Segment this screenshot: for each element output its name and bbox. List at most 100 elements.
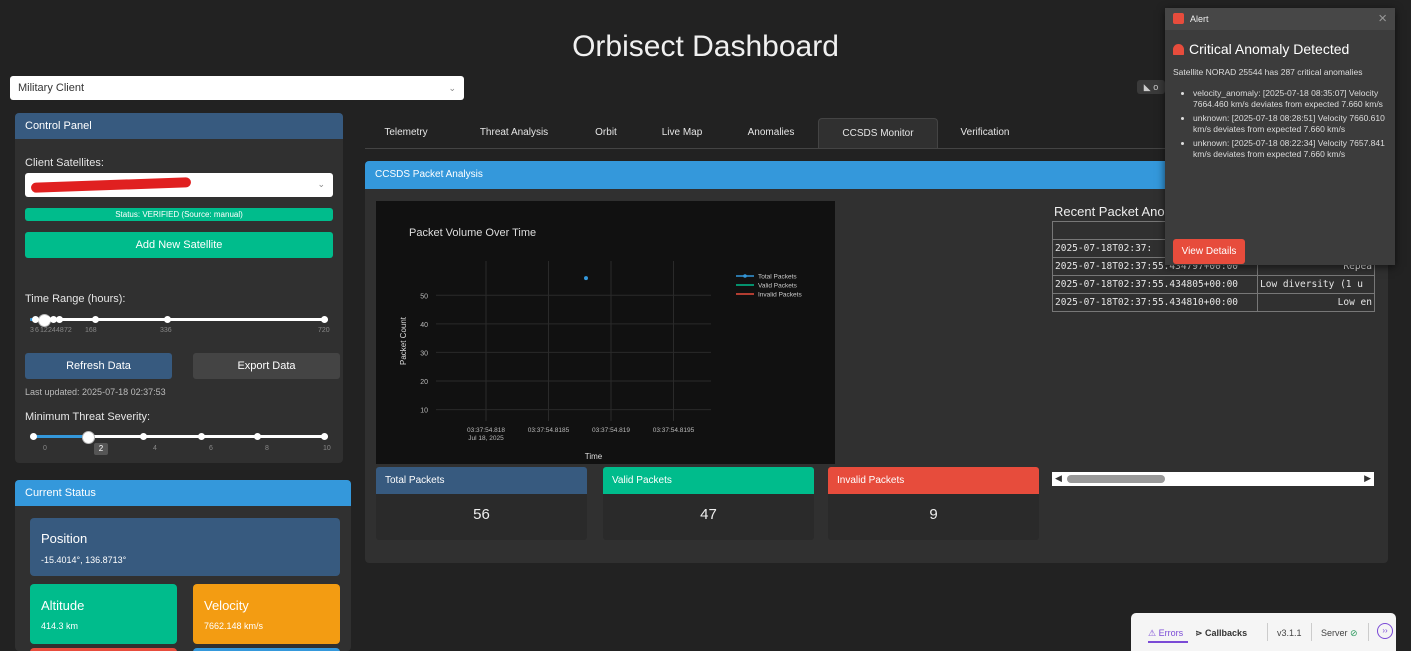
tab-threat-analysis[interactable]: Threat Analysis (464, 118, 564, 148)
severity-tick-label: 4 (153, 445, 157, 452)
x-tick-label: 03:37:54.818 (467, 427, 505, 434)
scrollbar-thumb[interactable] (1067, 475, 1165, 483)
expand-icon[interactable]: ›› (1377, 623, 1393, 639)
position-label: Position (41, 531, 88, 546)
y-tick-label: 40 (420, 322, 428, 329)
legend-marker (743, 274, 747, 278)
severity-tick-label: 0 (43, 445, 47, 452)
chart-svg: 10 20 30 40 50 03:37:54.818Jul 18, 2025 03:37:… (399, 261, 802, 461)
errors-tab[interactable]: ⚠ Errors (1148, 628, 1183, 639)
x-tick-label: 03:37:54.819 (592, 427, 630, 434)
server-status[interactable]: Server ⊘ (1321, 628, 1358, 639)
current-status-title: Current Status (15, 480, 351, 506)
add-satellite-button[interactable]: Add New Satellite (25, 232, 333, 258)
scroll-left-icon[interactable]: ◀ (1055, 473, 1062, 484)
table-scrollbar[interactable]: ◀ ▶ (1052, 472, 1374, 486)
server-label: Server (1321, 628, 1348, 638)
table-cell: 2025-07-18T02:37:55.434810+00:00 (1052, 293, 1258, 312)
divider (1368, 623, 1369, 641)
export-data-button[interactable]: Export Data (193, 353, 340, 379)
time-tick-label: 3 (30, 327, 34, 334)
x-axis-label: Time (585, 452, 603, 461)
invalid-packets-value: 9 (929, 506, 938, 523)
altitude-value: 414.3 km (41, 621, 79, 631)
tab-telemetry[interactable]: Telemetry (372, 118, 440, 148)
client-select[interactable]: Military Client ⌄ (10, 76, 464, 100)
velocity-card: Velocity 7662.148 km/s (193, 584, 340, 644)
redacted-satellite-name (30, 177, 192, 193)
version-label: v3.1.1 (1277, 628, 1302, 638)
siren-icon (1173, 44, 1184, 55)
errors-underline (1148, 641, 1188, 643)
data-point (584, 276, 588, 281)
refresh-data-button[interactable]: Refresh Data (25, 353, 172, 379)
status-badge: Status: VERIFIED (Source: manual) (25, 208, 333, 221)
control-panel: Control Panel Client Satellites: ⌄ Statu… (15, 113, 343, 463)
table-row: 2025-07-18T02:37:55.434810+00:00 Low en (1052, 293, 1375, 312)
time-range-label: Time Range (hours): (25, 293, 126, 305)
severity-label: Minimum Threat Severity: (25, 411, 151, 423)
altitude-card: Altitude 414.3 km (30, 584, 177, 644)
list-item: velocity_anomaly: [2025-07-18 08:35:07] … (1193, 88, 1388, 110)
satellite-select[interactable]: ⌄ (25, 173, 333, 197)
time-tick-label: 720 (318, 327, 330, 334)
alert-heading: Critical Anomaly Detected (1173, 41, 1349, 57)
slider-mark (92, 316, 99, 323)
tag-badge[interactable]: ◣ o (1137, 80, 1165, 94)
y-axis-label: Packet Count (399, 316, 408, 365)
altitude-label: Altitude (41, 598, 85, 613)
velocity-value: 7662.148 km/s (204, 621, 264, 631)
valid-packets-value: 47 (700, 506, 717, 523)
time-tick-label: 6 (35, 327, 39, 334)
valid-packets-card: Valid Packets 47 (603, 467, 814, 540)
severity-slider[interactable] (30, 431, 328, 444)
time-tick-label: 24 (48, 327, 56, 334)
position-value: -15.4014°, 136.8713° (41, 555, 127, 565)
alert-subtitle: Satellite NORAD 25544 has 287 critical a… (1173, 67, 1363, 77)
list-item: unknown: [2025-07-18 08:28:51] Velocity … (1193, 113, 1388, 135)
callbacks-tab[interactable]: ⋗ Callbacks (1195, 628, 1247, 639)
check-circle-icon: ⊘ (1350, 628, 1358, 638)
y-tick-label: 20 (420, 379, 428, 386)
current-status-panel: Current Status Position -15.4014°, 136.8… (15, 480, 351, 651)
view-details-button[interactable]: View Details (1173, 239, 1245, 264)
time-range-slider[interactable] (30, 314, 328, 327)
y-tick-label: 50 (420, 293, 428, 300)
tab-live-map[interactable]: Live Map (650, 118, 714, 148)
invalid-packets-label: Invalid Packets (828, 467, 1039, 494)
table-cell: Low en (1257, 293, 1375, 312)
total-packets-label: Total Packets (376, 467, 587, 494)
table-cell: Low diversity (1 u (1257, 275, 1375, 294)
velocity-label: Velocity (204, 598, 249, 613)
tab-ccsds-monitor[interactable]: CCSDS Monitor (818, 118, 938, 149)
slider-mark (164, 316, 171, 323)
severity-tick-label: 10 (323, 445, 331, 452)
total-packets-card: Total Packets 56 (376, 467, 587, 540)
severity-value-badge: 2 (94, 443, 108, 455)
alert-toast: Alert × Critical Anomaly Detected Satell… (1165, 8, 1395, 265)
valid-packets-label: Valid Packets (603, 467, 814, 494)
slider-mark (140, 433, 147, 440)
close-icon[interactable]: × (1378, 10, 1387, 27)
tab-anomalies[interactable]: Anomalies (732, 118, 810, 148)
scroll-right-icon[interactable]: ▶ (1364, 473, 1371, 484)
time-tick-label: 48 (56, 327, 64, 334)
list-item: unknown: [2025-07-18 08:22:34] Velocity … (1193, 138, 1388, 160)
x-tick-label: 03:37:54.8185 (528, 427, 570, 434)
severity-tick-label: 6 (209, 445, 213, 452)
client-select-value: Military Client (18, 82, 85, 94)
dev-toolbar: ⚠ Errors ⋗ Callbacks v3.1.1 Server ⊘ ›› (1131, 613, 1396, 651)
chevron-down-icon: ⌄ (317, 179, 325, 189)
slider-handle[interactable] (82, 431, 95, 444)
time-tick-label: 12 (40, 327, 48, 334)
alert-titlebar: Alert × (1165, 8, 1395, 30)
packet-volume-chart[interactable]: Packet Volume Over Time 10 20 30 40 50 03:37:… (376, 201, 835, 464)
time-tick-label: 72 (64, 327, 72, 334)
tab-orbit[interactable]: Orbit (580, 118, 632, 148)
recent-anomalies-title: Recent Packet Ano (1054, 204, 1165, 219)
time-tick-label: 336 (160, 327, 172, 334)
slider-mark (198, 433, 205, 440)
callbacks-label: Callbacks (1205, 628, 1248, 638)
tab-verification[interactable]: Verification (948, 118, 1022, 148)
slider-fill (30, 435, 88, 438)
